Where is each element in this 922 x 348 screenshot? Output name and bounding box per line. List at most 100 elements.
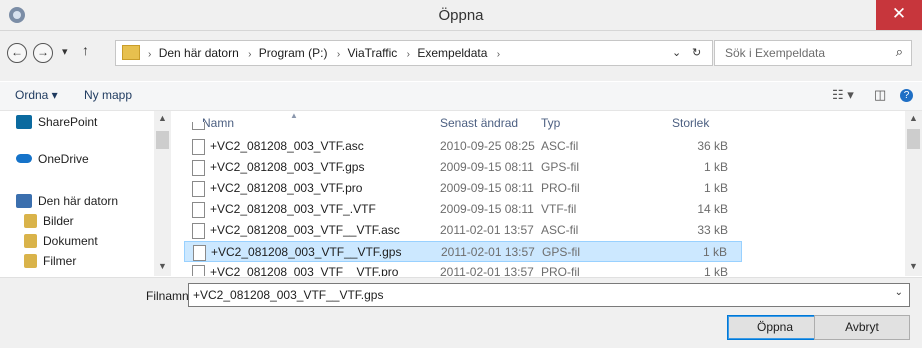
- file-name: +VC2_081208_003_VTF__VTF.pro: [210, 265, 399, 276]
- file-icon: [192, 202, 205, 218]
- dialog-footer: Filnamn: +VC2_081208_003_VTF__VTF.gps ⌄ …: [0, 277, 922, 348]
- file-name: +VC2_081208_003_VTF__VTF.gps: [211, 245, 402, 259]
- file-name: +VC2_081208_003_VTF_.VTF: [210, 202, 376, 216]
- documents-icon: [24, 234, 37, 248]
- onedrive-icon: [16, 154, 32, 163]
- sidebar-item-sharepoint[interactable]: SharePoint: [16, 115, 97, 129]
- file-name: +VC2_081208_003_VTF.asc: [210, 139, 364, 153]
- file-date: 2009-09-15 08:11: [440, 181, 534, 195]
- new-folder-button[interactable]: Ny mapp: [84, 88, 132, 102]
- address-dropdown-icon[interactable]: ⌄: [672, 46, 681, 59]
- file-name: +VC2_081208_003_VTF.gps: [210, 160, 365, 174]
- sidebar-item-label: Bilder: [43, 214, 74, 228]
- file-size: 1 kB: [703, 160, 728, 174]
- file-date: 2011-02-01 13:57: [440, 265, 534, 276]
- breadcrumb-separator: ›: [336, 49, 341, 60]
- refresh-icon[interactable]: ↻: [692, 46, 701, 59]
- file-type: GPS-fil: [542, 245, 581, 259]
- table-row[interactable]: +VC2_081208_003_VTF.asc 2010-09-25 08:25 A…: [184, 136, 742, 157]
- recent-locations-dropdown[interactable]: ▾: [62, 45, 68, 58]
- file-list-scrollbar[interactable]: ▲ ▼: [905, 111, 922, 276]
- file-name: +VC2_081208_003_VTF__VTF.asc: [210, 223, 400, 237]
- file-date: 2010-09-25 08:25: [440, 139, 535, 153]
- sidebar-item-label: Filmer: [43, 254, 77, 268]
- breadcrumb-item[interactable]: ViaTraffic: [348, 46, 398, 60]
- organize-menu[interactable]: Ordna ▾: [15, 88, 58, 102]
- file-size: 1 kB: [703, 181, 728, 195]
- folder-icon: [122, 45, 140, 60]
- scroll-up-icon[interactable]: ▲: [905, 113, 922, 123]
- title-bar: Öppna ✕: [0, 0, 922, 31]
- sidebar-item-label: SharePoint: [38, 115, 98, 129]
- file-size: 36 kB: [697, 139, 728, 153]
- sidebar-item-onedrive[interactable]: OneDrive: [16, 152, 89, 166]
- table-row[interactable]: +VC2_081208_003_VTF.gps 2009-09-15 08:11 G…: [184, 157, 742, 178]
- table-row[interactable]: +VC2_081208_003_VTF__VTF.pro 2011-02-01 1…: [184, 262, 742, 276]
- breadcrumb-separator: ›: [148, 49, 152, 60]
- table-row[interactable]: +VC2_081208_003_VTF.pro 2009-09-15 08:11 P…: [184, 178, 742, 199]
- scrollbar-thumb[interactable]: [156, 131, 169, 149]
- address-row: ← → ▾ ↑ › Den här datorn › Program (P:) …: [0, 31, 922, 81]
- cancel-button[interactable]: Avbryt: [814, 315, 910, 340]
- table-row[interactable]: +VC2_081208_003_VTF_.VTF 2009-09-15 08:11…: [184, 199, 742, 220]
- search-placeholder: Sök i Exempeldata: [725, 46, 826, 60]
- preview-pane-icon[interactable]: ◫: [874, 87, 886, 103]
- file-icon: [192, 122, 205, 130]
- file-date: 2009-09-15 08:11: [440, 202, 534, 216]
- close-button[interactable]: ✕: [876, 0, 922, 30]
- table-row-partial[interactable]: [184, 122, 742, 130]
- search-icon[interactable]: ⌕: [896, 44, 903, 60]
- file-icon: [193, 245, 206, 261]
- filename-value: +VC2_081208_003_VTF__VTF.gps: [193, 288, 384, 302]
- scroll-up-icon[interactable]: ▲: [154, 113, 171, 123]
- breadcrumb-separator: ›: [496, 49, 501, 60]
- sidebar-item-videos[interactable]: Filmer: [24, 254, 76, 268]
- table-row[interactable]: +VC2_081208_003_VTF__VTF.gps 2011-02-01 1…: [184, 241, 742, 262]
- scroll-down-icon[interactable]: ▼: [905, 261, 922, 271]
- file-type: ASC-fil: [541, 223, 579, 237]
- file-size: 1 kB: [702, 245, 727, 259]
- sidebar-item-label: Den här datorn: [38, 194, 119, 208]
- sidebar-item-documents[interactable]: Dokument: [24, 234, 98, 248]
- file-icon: [192, 223, 205, 239]
- help-icon[interactable]: ?: [900, 89, 913, 102]
- file-type: PRO-fil: [541, 265, 580, 276]
- breadcrumb-item[interactable]: Exempeldata: [417, 46, 487, 60]
- filename-dropdown-icon[interactable]: ⌄: [895, 287, 903, 298]
- filename-field[interactable]: +VC2_081208_003_VTF__VTF.gps ⌄: [188, 283, 910, 307]
- address-bar[interactable]: › Den här datorn › Program (P:) › ViaTra…: [115, 40, 713, 66]
- pictures-icon: [24, 214, 37, 228]
- file-date: 2011-02-01 13:57: [441, 245, 535, 259]
- file-type: VTF-fil: [541, 202, 577, 216]
- file-type: ASC-fil: [541, 139, 579, 153]
- window-title: Öppna: [438, 7, 484, 24]
- forward-button[interactable]: →: [33, 43, 53, 63]
- up-button[interactable]: ↑: [82, 42, 89, 58]
- file-size: 14 kB: [697, 202, 728, 216]
- search-input[interactable]: Sök i Exempeldata ⌕: [714, 40, 912, 66]
- back-button[interactable]: ←: [7, 43, 27, 63]
- open-button[interactable]: Öppna: [727, 315, 823, 340]
- sort-indicator-icon: ▲: [290, 111, 298, 120]
- command-toolbar: Ordna ▾ Ny mapp ☷ ▾ ◫ ?: [0, 82, 922, 111]
- file-icon: [192, 181, 205, 197]
- breadcrumb-separator: ›: [248, 49, 252, 60]
- navigation-scrollbar[interactable]: ▲ ▼: [154, 111, 171, 276]
- videos-icon: [24, 254, 37, 268]
- scroll-down-icon[interactable]: ▼: [154, 261, 171, 271]
- file-type: GPS-fil: [541, 160, 580, 174]
- breadcrumb: › Den här datorn › Program (P:) › ViaTra…: [146, 46, 504, 60]
- file-list-pane: ▲ Namn Senast ändrad Typ Storlek +VC2_08…: [172, 111, 922, 276]
- file-date: 2009-09-15 08:11: [440, 160, 534, 174]
- navigation-pane: SharePoint OneDrive Den här datorn Bilde…: [0, 111, 171, 276]
- breadcrumb-item[interactable]: Program (P:): [259, 46, 328, 60]
- sidebar-item-pictures[interactable]: Bilder: [24, 214, 74, 228]
- file-icon: [192, 160, 205, 176]
- table-row[interactable]: +VC2_081208_003_VTF__VTF.asc 2011-02-01 1…: [184, 220, 742, 241]
- sidebar-item-this-pc[interactable]: Den här datorn: [16, 194, 118, 208]
- scrollbar-thumb[interactable]: [907, 129, 920, 149]
- file-size: 1 kB: [703, 265, 728, 276]
- breadcrumb-item[interactable]: Den här datorn: [159, 46, 239, 60]
- view-options-icon[interactable]: ☷ ▾: [832, 87, 854, 103]
- file-date: 2011-02-01 13:57: [440, 223, 534, 237]
